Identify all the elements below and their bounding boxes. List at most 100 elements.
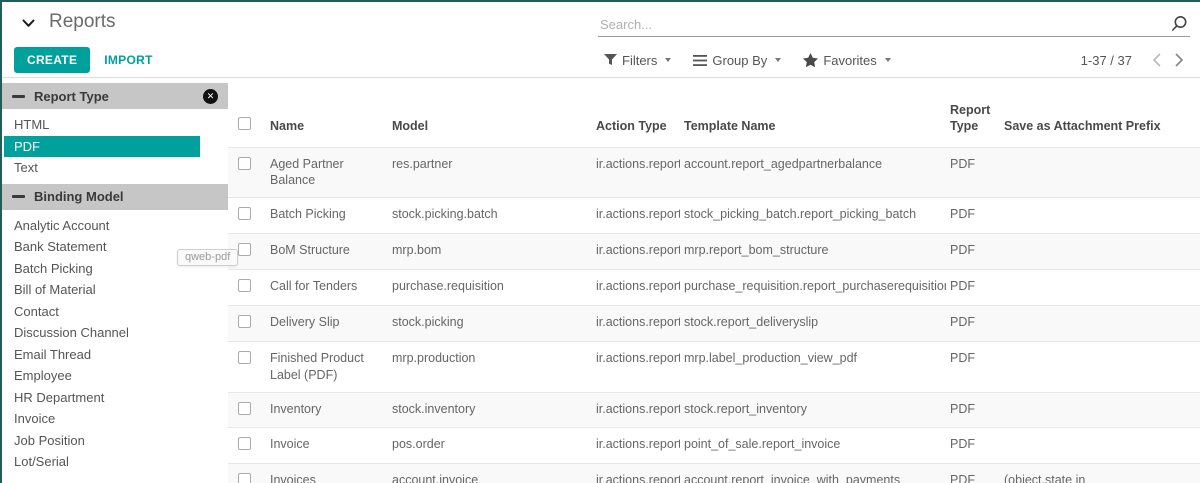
cell-model[interactable]: purchase.requisition [388, 270, 592, 306]
facet-header-report-type[interactable]: Report Type ✕ [2, 83, 228, 109]
favorites-dropdown[interactable]: Favorites [803, 53, 890, 68]
cell-action-type[interactable]: ir.actions.report [592, 147, 680, 198]
facet-option[interactable]: HR Department [2, 387, 228, 409]
cell-model[interactable]: stock.picking [388, 305, 592, 341]
column-header-name[interactable]: Name [266, 78, 388, 147]
column-header-action-type[interactable]: Action Type [592, 78, 680, 147]
cell-action-type[interactable]: ir.actions.report [592, 234, 680, 270]
cell-name[interactable]: Aged Partner Balance [266, 147, 388, 198]
table-row[interactable]: Call for Tenders purchase.requisition ir… [228, 270, 1200, 306]
column-header-report-type[interactable]: Report Type [946, 78, 1000, 147]
cell-prefix[interactable] [1000, 305, 1200, 341]
table-row[interactable]: Invoices account.invoice ir.actions.repo… [228, 464, 1200, 483]
cell-prefix[interactable] [1000, 198, 1200, 234]
cell-name[interactable]: Batch Picking [266, 198, 388, 234]
cell-name[interactable]: Invoice [266, 428, 388, 464]
cell-template[interactable]: stock.report_deliveryslip [680, 305, 946, 341]
cell-template[interactable]: mrp.label_production_view_pdf [680, 341, 946, 392]
cell-model[interactable]: stock.inventory [388, 392, 592, 428]
cell-template[interactable]: mrp.report_bom_structure [680, 234, 946, 270]
row-checkbox[interactable] [238, 402, 251, 415]
facet-option[interactable]: Invoice [2, 408, 228, 430]
cell-prefix[interactable] [1000, 341, 1200, 392]
pager-previous-button[interactable] [1150, 51, 1163, 69]
cell-prefix[interactable] [1000, 147, 1200, 198]
import-button[interactable]: IMPORT [104, 53, 152, 67]
facet-option[interactable]: Email Thread [2, 344, 228, 366]
table-row[interactable]: Inventory stock.inventory ir.actions.rep… [228, 392, 1200, 428]
close-icon[interactable]: ✕ [203, 89, 218, 104]
cell-template[interactable]: purchase_requisition.report_purchaserequ… [680, 270, 946, 306]
cell-report-type[interactable]: PDF [946, 464, 1000, 483]
cell-model[interactable]: stock.picking.batch [388, 198, 592, 234]
row-checkbox[interactable] [238, 437, 251, 450]
group-by-dropdown[interactable]: Group By [693, 53, 781, 68]
row-checkbox[interactable] [238, 315, 251, 328]
cell-prefix[interactable]: (object.state in ('open','in_payment','p… [1000, 464, 1200, 483]
cell-name[interactable]: BoM Structure [266, 234, 388, 270]
table-row[interactable]: Invoice pos.order ir.actions.report poin… [228, 428, 1200, 464]
cell-action-type[interactable]: ir.actions.report [592, 428, 680, 464]
cell-action-type[interactable]: ir.actions.report [592, 392, 680, 428]
chevron-down-icon[interactable] [22, 19, 35, 28]
cell-name[interactable]: Delivery Slip [266, 305, 388, 341]
filters-dropdown[interactable]: Filters [604, 53, 671, 68]
cell-action-type[interactable]: ir.actions.report [592, 341, 680, 392]
cell-report-type[interactable]: PDF [946, 341, 1000, 392]
facet-option-html[interactable]: HTML [2, 114, 228, 136]
row-checkbox[interactable] [238, 157, 251, 170]
cell-action-type[interactable]: ir.actions.report [592, 270, 680, 306]
table-row[interactable]: Finished Product Label (PDF) mrp.product… [228, 341, 1200, 392]
facet-option[interactable]: Employee [2, 365, 228, 387]
table-row[interactable]: BoM Structure mrp.bom ir.actions.report … [228, 234, 1200, 270]
cell-model[interactable]: account.invoice [388, 464, 592, 483]
cell-template[interactable]: account.report_agedpartnerbalance [680, 147, 946, 198]
column-header-template[interactable]: Template Name [680, 78, 946, 147]
search-input[interactable] [600, 17, 1164, 32]
cell-name[interactable]: Invoices [266, 464, 388, 483]
cell-report-type[interactable]: PDF [946, 305, 1000, 341]
cell-prefix[interactable] [1000, 270, 1200, 306]
search-icon[interactable] [1170, 15, 1188, 33]
cell-action-type[interactable]: ir.actions.report [592, 464, 680, 483]
cell-report-type[interactable]: PDF [946, 147, 1000, 198]
cell-report-type[interactable]: PDF [946, 270, 1000, 306]
cell-model[interactable]: mrp.production [388, 341, 592, 392]
cell-prefix[interactable] [1000, 428, 1200, 464]
cell-name[interactable]: Inventory [266, 392, 388, 428]
facet-option[interactable]: Contact [2, 301, 228, 323]
cell-template[interactable]: stock.report_inventory [680, 392, 946, 428]
facet-option[interactable]: Bill of Material [2, 279, 228, 301]
cell-model[interactable]: res.partner [388, 147, 592, 198]
row-checkbox[interactable] [238, 473, 251, 483]
row-checkbox[interactable] [238, 351, 251, 364]
cell-report-type[interactable]: PDF [946, 392, 1000, 428]
row-checkbox[interactable] [238, 243, 251, 256]
facet-option[interactable]: Discussion Channel [2, 322, 228, 344]
select-all-checkbox[interactable] [238, 117, 251, 130]
facet-option-text[interactable]: Text [2, 157, 228, 179]
column-header-model[interactable]: Model [388, 78, 592, 147]
row-checkbox[interactable] [238, 207, 251, 220]
pager-next-button[interactable] [1173, 51, 1186, 69]
column-header-prefix[interactable]: Save as Attachment Prefix [1000, 78, 1200, 147]
cell-report-type[interactable]: PDF [946, 198, 1000, 234]
cell-prefix[interactable] [1000, 234, 1200, 270]
cell-name[interactable]: Finished Product Label (PDF) [266, 341, 388, 392]
table-row[interactable]: Batch Picking stock.picking.batch ir.act… [228, 198, 1200, 234]
cell-model[interactable]: pos.order [388, 428, 592, 464]
facet-option[interactable]: Job Position [2, 430, 228, 452]
facet-option[interactable]: Analytic Account [2, 215, 228, 237]
facet-option-pdf[interactable]: PDF [4, 136, 200, 158]
cell-report-type[interactable]: PDF [946, 234, 1000, 270]
row-checkbox[interactable] [238, 279, 251, 292]
facet-option[interactable]: Lot/Serial [2, 451, 228, 473]
cell-report-type[interactable]: PDF [946, 428, 1000, 464]
cell-template[interactable]: point_of_sale.report_invoice [680, 428, 946, 464]
table-row[interactable]: Delivery Slip stock.picking ir.actions.r… [228, 305, 1200, 341]
cell-prefix[interactable] [1000, 392, 1200, 428]
cell-template[interactable]: stock_picking_batch.report_picking_batch [680, 198, 946, 234]
cell-template[interactable]: account.report_invoice_with_payments [680, 464, 946, 483]
create-button[interactable]: CREATE [14, 47, 90, 73]
cell-action-type[interactable]: ir.actions.report [592, 305, 680, 341]
